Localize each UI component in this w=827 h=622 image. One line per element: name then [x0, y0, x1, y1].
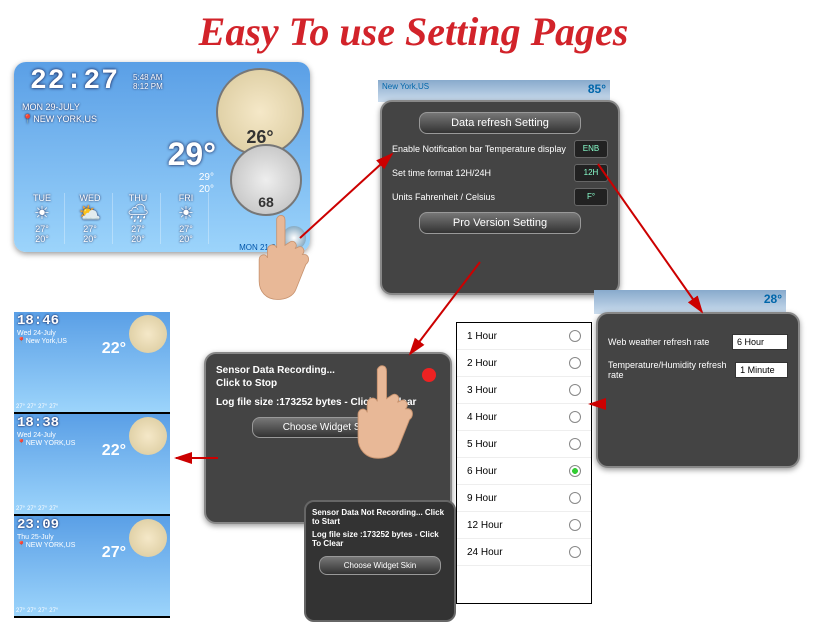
radio-icon — [569, 546, 581, 558]
forecast-day: THU🌧27°20° — [116, 193, 161, 244]
page-title: Easy To use Setting Pages — [0, 0, 827, 55]
hour-option[interactable]: 5 Hour — [457, 431, 591, 458]
hour-option[interactable]: 2 Hour — [457, 350, 591, 377]
settings1-loc: New York,US — [382, 82, 429, 91]
choose-widget-skin-button-2[interactable]: Choose Widget Skin — [319, 556, 441, 575]
radio-icon — [569, 384, 581, 396]
hour-option[interactable]: 3 Hour — [457, 377, 591, 404]
sensor2-line2[interactable]: Log file size :173252 bytes - Click To C… — [312, 530, 448, 548]
refresh-rate-row: Temperature/Humidity refresh rate1 Minut… — [608, 360, 788, 380]
setting-row: Enable Notification bar Temperature disp… — [392, 140, 608, 158]
setting-toggle[interactable]: F° — [574, 188, 608, 206]
widget-skin-preview[interactable]: 23:09Thu 25-July📍NEW YORK,US27°27°27°27°… — [14, 516, 170, 616]
pro-version-setting-button[interactable]: Pro Version Setting — [419, 212, 581, 234]
sunrise-time: 5:48 AM — [133, 73, 163, 82]
radio-icon — [569, 411, 581, 423]
setting-toggle[interactable]: 12H — [574, 164, 608, 182]
sensor2-line1[interactable]: Sensor Data Not Recording... Click to St… — [312, 508, 448, 526]
refresh-rate-combo[interactable]: 1 Minute — [735, 362, 788, 378]
clock-time: 22:27 — [22, 62, 127, 101]
radio-icon — [569, 492, 581, 504]
setting-row: Units Fahrenheit / CelsiusF° — [392, 188, 608, 206]
hour-option[interactable]: 9 Hour — [457, 485, 591, 512]
hand-pointer-icon — [238, 212, 322, 312]
hour-option[interactable]: 4 Hour — [457, 404, 591, 431]
refresh-rate-row: Web weather refresh rate6 Hour — [608, 334, 788, 350]
forecast-day: TUE☀27°20° — [20, 193, 65, 244]
location-text: NEW YORK,US — [33, 114, 97, 124]
radio-icon — [569, 465, 581, 477]
data-refresh-settings-panel: Data refresh Setting Enable Notification… — [380, 100, 620, 295]
hour-interval-list[interactable]: 1 Hour2 Hour3 Hour4 Hour5 Hour6 Hour9 Ho… — [456, 322, 592, 604]
settings1-header-strip: New York,US 85° — [378, 80, 610, 102]
forecast-day: WED⛅27°20° — [68, 193, 113, 244]
hour-option[interactable]: 1 Hour — [457, 323, 591, 350]
radio-icon — [569, 330, 581, 342]
sensor-not-recording-panel: Sensor Data Not Recording... Click to St… — [304, 500, 456, 622]
settings2-temp: 28° — [764, 292, 782, 306]
widget-skin-column: 18:46Wed 24-July📍New York,US22°27°27°27°… — [14, 312, 170, 618]
widget-skin-preview[interactable]: 18:38Wed 24-July📍NEW YORK,US22°27°27°27°… — [14, 414, 170, 514]
hand-pointer-icon — [336, 362, 426, 472]
setting-row: Set time format 12H/24H12H — [392, 164, 608, 182]
pin-icon: 📍 — [22, 114, 33, 124]
setting-toggle[interactable]: ENB — [574, 140, 608, 158]
radio-icon — [569, 438, 581, 450]
refresh-rate-combo[interactable]: 6 Hour — [732, 334, 788, 350]
forecast-day: FRI☀27°20° — [164, 193, 209, 244]
thermometer-gauge: 26° — [216, 68, 304, 156]
hour-option[interactable]: 6 Hour — [457, 458, 591, 485]
radio-icon — [569, 519, 581, 531]
sunset-time: 8:12 PM — [133, 82, 163, 91]
gauge2-value: 68 — [232, 194, 300, 210]
hour-option[interactable]: 12 Hour — [457, 512, 591, 539]
humidity-gauge: 68 — [230, 144, 302, 216]
widget-skin-preview[interactable]: 18:46Wed 24-July📍New York,US22°27°27°27°… — [14, 312, 170, 412]
data-refresh-setting-button[interactable]: Data refresh Setting — [419, 112, 581, 134]
settings2-header-strip: 28° — [594, 290, 786, 314]
refresh-rate-settings-panel: Web weather refresh rate6 Hour Temperatur… — [596, 312, 800, 468]
hour-option[interactable]: 24 Hour — [457, 539, 591, 566]
temp-range-hi: 29° — [199, 172, 214, 183]
radio-icon — [569, 357, 581, 369]
big-temperature: 29° — [168, 136, 216, 173]
settings1-temp: 85° — [588, 82, 606, 96]
